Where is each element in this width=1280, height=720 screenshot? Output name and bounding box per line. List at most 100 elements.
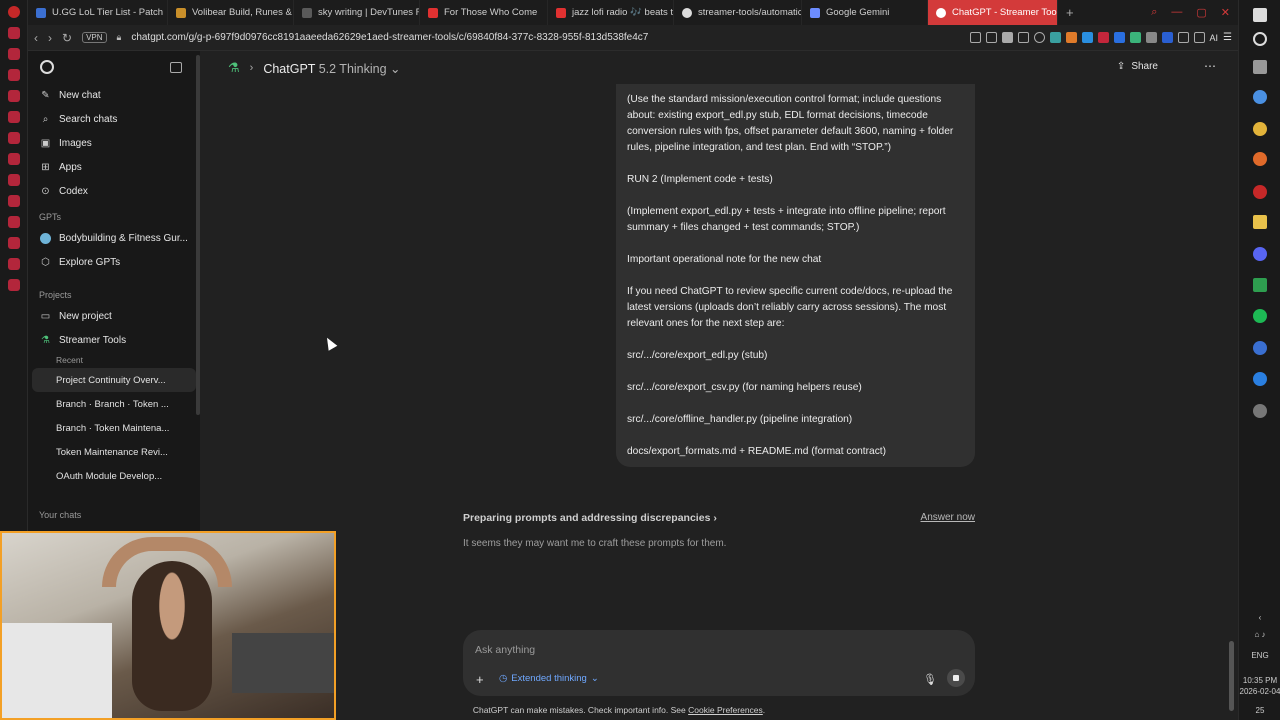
clock-time[interactable]: 10:35 PM [1239,675,1280,686]
sheets-icon[interactable] [1253,278,1267,292]
extension-icon[interactable] [1097,32,1109,43]
task-view-icon[interactable] [1253,60,1267,74]
discord-icon[interactable] [1253,247,1267,261]
forward-icon[interactable]: › [48,31,52,45]
profile-icon[interactable] [1161,32,1173,43]
back-icon[interactable]: ‹ [34,31,38,45]
chrome-icon[interactable] [1253,122,1267,136]
share-button[interactable]: ⇪ Share [1117,61,1158,72]
search-icon[interactable] [1253,32,1267,46]
sidebar-item-streamer-tools[interactable]: ⚗ Streamer Tools [28,328,200,352]
rail-app-icon[interactable] [7,216,20,228]
microphone-icon[interactable]: 🎙︎ [923,673,937,686]
bookmark-icon[interactable] [969,32,981,43]
recent-chat-item[interactable]: Branch · Token Maintena... [28,416,200,440]
new-tab-button[interactable]: + [1058,5,1082,20]
reload-icon[interactable]: ↻ [62,31,72,45]
screenshot-icon[interactable] [985,32,997,43]
maps-pin-icon[interactable] [1253,372,1267,386]
sidebar-item-codex[interactable]: ⊙ Codex [28,179,200,203]
play-icon[interactable] [1017,32,1029,43]
rail-app-icon[interactable] [7,174,20,186]
explorer-icon[interactable] [1253,215,1267,229]
puzzle-icon[interactable] [1177,32,1189,43]
rail-app-icon[interactable] [7,69,20,81]
app-a-icon[interactable] [1253,341,1267,355]
more-options-icon[interactable]: ⋯ [1204,59,1216,73]
rail-app-icon[interactable] [7,258,20,270]
sidebar-item-apps[interactable]: ⊞ Apps [28,155,200,179]
extension-icon[interactable] [1129,32,1141,43]
gear-icon[interactable] [1253,404,1267,418]
download-icon[interactable] [1193,32,1205,43]
rail-app-icon[interactable] [7,111,20,123]
rail-app-icon[interactable] [7,195,20,207]
extension-icon[interactable] [1113,32,1125,43]
heart-icon[interactable] [1033,32,1045,43]
rail-app-icon[interactable] [7,279,20,291]
copilot-icon[interactable] [1253,90,1267,104]
chevron-up-icon[interactable]: ‹ [1239,612,1280,623]
recent-chat-item[interactable]: Project Continuity Overv... [32,368,196,392]
maximize-icon[interactable]: ▢ [1196,6,1206,19]
sidebar-item-new-chat[interactable]: ✎ New chat [28,83,200,107]
rail-app-icon[interactable] [7,132,20,144]
sidebar-item-explore-gpts[interactable]: ⬡ Explore GPTs [28,250,200,274]
lang-indicator[interactable]: ENG [1239,650,1280,661]
minimize-icon[interactable]: — [1171,6,1182,19]
shield-icon[interactable] [1001,32,1013,43]
close-window-icon[interactable]: ✕ [1221,6,1230,19]
add-attachment-icon[interactable]: + [476,672,484,687]
notification-badge[interactable]: 25 [1239,705,1280,716]
extension-icon[interactable] [1081,32,1093,43]
network-icon[interactable]: ⌂ ♪ [1239,629,1280,640]
rail-app-icon[interactable] [7,237,20,249]
openai-logo-icon[interactable] [40,60,54,74]
browser-tab[interactable]: Google Gemini [802,0,928,25]
clock-date[interactable]: 2026-02-04 [1239,686,1280,697]
rail-app-icon[interactable] [7,48,20,60]
sidebar-toggle-icon[interactable] [170,61,182,73]
prompt-input[interactable] [475,642,875,658]
lock-icon[interactable]: 🔒︎ [117,32,122,43]
browser-tab[interactable]: jazz lofi radio 🎶 beats to [548,0,674,25]
extension-icon[interactable] [1049,32,1061,43]
spotify-icon[interactable] [1253,309,1267,323]
extension-icon[interactable] [1145,32,1157,43]
answer-now-button[interactable]: Answer now [921,512,975,523]
rail-app-icon[interactable] [7,90,20,102]
stop-generating-button[interactable] [947,669,965,687]
recent-chat-item[interactable]: Token Maintenance Revi... [28,440,200,464]
menu-icon[interactable]: ☰ [1223,32,1232,43]
firefox-icon[interactable] [1253,152,1267,166]
browser-tab[interactable]: streamer-tools/automatic [674,0,802,25]
sidebar-item-gpt[interactable]: Bodybuilding & Fitness Gur... [28,226,200,250]
sidebar-item-new-project[interactable]: ▭ New project [28,304,200,328]
main-scrollbar[interactable] [1229,641,1234,711]
browser-tab[interactable]: sky writing | DevTunes FM [294,0,420,25]
rail-app-icon[interactable] [7,153,20,165]
windows-start-icon[interactable] [1253,8,1267,22]
recent-chat-item[interactable]: OAuth Module Develop... [28,464,200,488]
opera-logo-icon[interactable] [7,6,20,18]
recent-chat-item[interactable]: Branch · Branch · Token ... [28,392,200,416]
browser-tab[interactable]: Volibear Build, Runes & Co [168,0,294,25]
rail-app-icon[interactable] [7,27,20,39]
opera-icon[interactable] [1253,185,1267,199]
sidebar-item-search[interactable]: ⌕ Search chats [28,107,200,131]
browser-tab-active[interactable]: ChatGPT - Streamer Tools✕ [928,0,1058,25]
flask-icon[interactable]: ⚗ [228,60,240,76]
thinking-heading[interactable]: Preparing prompts and addressing discrep… [463,512,975,524]
url-field[interactable]: chatgpt.com/g/g-p-697f9d0976cc8191aaeeda… [131,32,648,43]
model-selector[interactable]: ChatGPT 5.2 Thinking ⌄ [263,61,400,76]
browser-tab[interactable]: U.GG LoL Tier List - Patch [28,0,168,25]
cookie-preferences-link[interactable]: Cookie Preferences [688,705,763,715]
extension-icon[interactable] [1065,32,1077,43]
search-tabs-icon[interactable]: ⌕ [1151,6,1157,19]
vpn-badge[interactable]: VPN [82,32,107,43]
ai-button[interactable]: AI [1210,33,1219,43]
flask-icon: ⚗ [41,334,50,346]
sidebar-item-images[interactable]: ▣ Images [28,131,200,155]
browser-tab[interactable]: For Those Who Come [420,0,548,25]
extended-thinking-toggle[interactable]: ◷ Extended thinking ⌄ [499,673,599,684]
